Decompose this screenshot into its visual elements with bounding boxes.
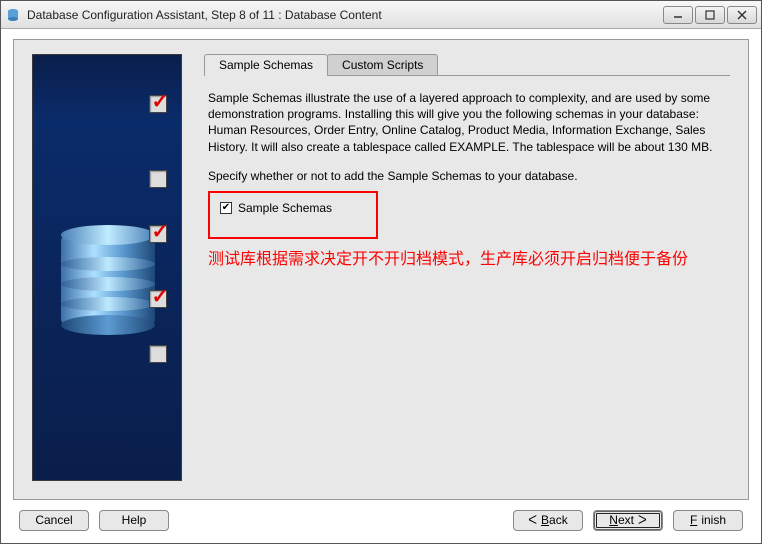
description-text: Sample Schemas illustrate the use of a l… [208,90,722,155]
maximize-button[interactable] [695,6,725,24]
next-arrow-icon: ᐳ [638,513,647,527]
annotation-text: 测试库根据需求决定开不开归档模式，生产库必须开启归档便于备份 [208,249,722,271]
wizard-step-2 [149,170,167,188]
right-button-group: ᐸ Back Next ᐳ Finish [513,510,743,531]
right-pane: Sample Schemas Custom Scripts Sample Sch… [204,54,730,481]
back-arrow-icon: ᐸ [528,513,537,527]
content-box: ✓ ✓ ✓ Sample Schemas Custom Scripts Samp… [13,39,749,500]
left-button-group: Cancel Help [19,510,169,531]
sample-schemas-checkbox[interactable]: ✔ [220,202,232,214]
tab-sample-schemas[interactable]: Sample Schemas [204,54,328,76]
sample-schemas-highlight-box: ✔ Sample Schemas [208,191,378,239]
window: Database Configuration Assistant, Step 8… [0,0,762,544]
tab-row: Sample Schemas Custom Scripts [204,54,730,76]
help-button[interactable]: Help [99,510,169,531]
wizard-step-5 [149,345,167,363]
titlebar: Database Configuration Assistant, Step 8… [1,1,761,29]
tab-custom-scripts[interactable]: Custom Scripts [327,54,438,76]
wizard-step-1: ✓ [149,95,167,113]
wizard-sidebar: ✓ ✓ ✓ [32,54,182,481]
database-cylinder-icon [61,225,155,335]
close-button[interactable] [727,6,757,24]
button-row: Cancel Help ᐸ Back Next ᐳ Finish [13,500,749,531]
sample-schemas-checkbox-label: Sample Schemas [238,201,332,215]
window-controls [663,6,757,24]
window-title: Database Configuration Assistant, Step 8… [27,8,663,22]
cancel-button[interactable]: Cancel [19,510,89,531]
main-frame: ✓ ✓ ✓ Sample Schemas Custom Scripts Samp… [1,29,761,543]
next-button[interactable]: Next ᐳ [593,510,663,531]
app-icon [5,7,21,23]
back-button[interactable]: ᐸ Back [513,510,583,531]
finish-button[interactable]: Finish [673,510,743,531]
minimize-button[interactable] [663,6,693,24]
tab-body: Sample Schemas illustrate the use of a l… [204,75,730,278]
wizard-step-3: ✓ [149,225,167,243]
wizard-step-4: ✓ [149,290,167,308]
specify-text: Specify whether or not to add the Sample… [208,169,722,183]
